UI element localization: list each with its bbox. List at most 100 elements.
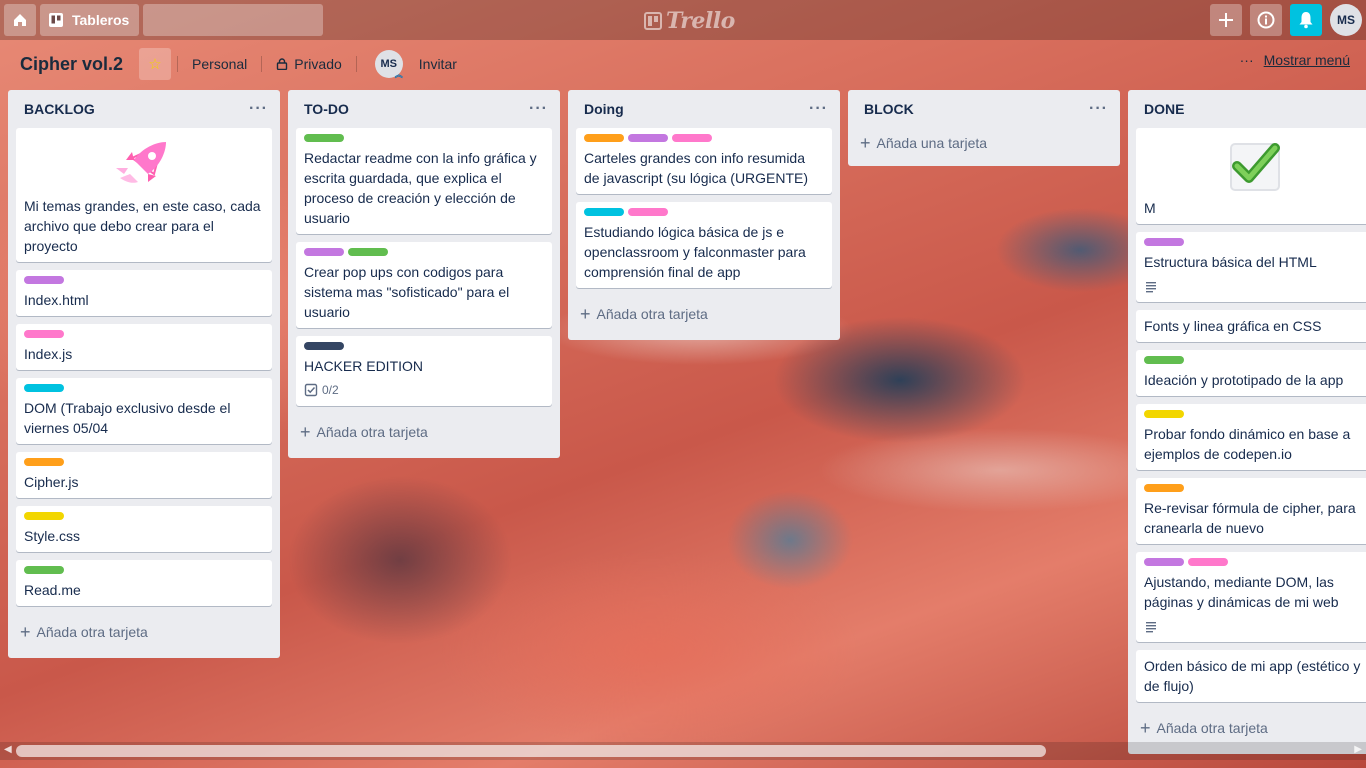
list-header[interactable]: Doing ··· xyxy=(576,90,832,128)
boards-button[interactable]: Tableros xyxy=(40,4,140,36)
checkmark-sticker-icon xyxy=(1144,134,1366,198)
scrollbar-thumb[interactable] xyxy=(16,745,1046,757)
invite-button[interactable]: Invitar xyxy=(411,48,465,80)
board-title[interactable]: Cipher vol.2 xyxy=(20,54,123,75)
label-purple[interactable] xyxy=(1144,558,1184,566)
list-menu-icon[interactable]: ··· xyxy=(529,100,548,118)
info-button[interactable] xyxy=(1250,4,1282,36)
plus-icon: + xyxy=(580,303,591,324)
add-card-button[interactable]: + Añada otra tarjeta xyxy=(1136,710,1366,746)
scroll-left-icon[interactable]: ◀ xyxy=(4,744,12,755)
label-orange[interactable] xyxy=(24,458,64,466)
checklist-icon xyxy=(304,383,318,397)
card-labels xyxy=(584,134,824,142)
label-green[interactable] xyxy=(304,134,344,142)
list-menu-icon[interactable]: ··· xyxy=(1089,100,1108,118)
card[interactable]: DOM (Trabajo exclusivo desde el viernes … xyxy=(16,378,272,444)
search-box[interactable] xyxy=(126,4,324,36)
team-button[interactable]: Personal xyxy=(184,48,255,80)
label-yellow[interactable] xyxy=(24,512,64,520)
member-avatar[interactable]: MS ︽ xyxy=(374,50,403,79)
description-icon xyxy=(1146,622,1156,633)
label-orange[interactable] xyxy=(584,134,624,142)
star-button[interactable]: ☆ xyxy=(139,48,172,80)
card[interactable]: Cipher.js xyxy=(16,452,272,498)
add-card-label: Añada otra tarjeta xyxy=(596,306,708,322)
list-done: DONE M Estructura básica del HTML Fonts … xyxy=(1128,90,1366,754)
horizontal-scrollbar[interactable]: ◀ ▶ xyxy=(0,742,1366,760)
card-title: Ajustando, mediante DOM, las páginas y d… xyxy=(1144,574,1339,610)
lock-icon xyxy=(277,58,288,70)
list-title[interactable]: TO-DO xyxy=(304,101,349,117)
search-input[interactable] xyxy=(126,12,316,28)
add-card-button[interactable]: + Añada una tarjeta xyxy=(856,128,1112,158)
label-orange[interactable] xyxy=(1144,484,1184,492)
card[interactable]: Index.js xyxy=(16,324,272,370)
list-menu-icon[interactable]: ··· xyxy=(249,100,268,118)
card-title: Mi temas grandes, en este caso, cada arc… xyxy=(24,198,261,254)
label-green[interactable] xyxy=(1144,356,1184,364)
card-title: DOM (Trabajo exclusivo desde el viernes … xyxy=(24,400,231,436)
card[interactable]: Ideación y prototipado de la app xyxy=(1136,350,1366,396)
label-green[interactable] xyxy=(24,566,64,574)
card[interactable]: Ajustando, mediante DOM, las páginas y d… xyxy=(1136,552,1366,642)
list-menu-icon[interactable]: ··· xyxy=(809,100,828,118)
label-pink[interactable] xyxy=(24,330,64,338)
card-labels xyxy=(24,276,264,284)
card[interactable]: Style.css xyxy=(16,506,272,552)
home-button[interactable] xyxy=(4,4,36,36)
card[interactable]: Estructura básica del HTML xyxy=(1136,232,1366,302)
label-pink[interactable] xyxy=(1188,558,1228,566)
card[interactable]: Re-revisar fórmula de cipher, para crane… xyxy=(1136,478,1366,544)
card[interactable]: Carteles grandes con info resumida de ja… xyxy=(576,128,832,194)
label-green[interactable] xyxy=(348,248,388,256)
list-title[interactable]: DONE xyxy=(1144,101,1184,117)
list-todo: TO-DO ··· Redactar readme con la info gr… xyxy=(288,90,560,458)
user-avatar[interactable]: MS xyxy=(1330,4,1362,36)
label-purple[interactable] xyxy=(304,248,344,256)
card[interactable]: Crear pop ups con codigos para sistema m… xyxy=(296,242,552,328)
card[interactable]: HACKER EDITION 0/2 xyxy=(296,336,552,406)
scroll-right-icon[interactable]: ▶ xyxy=(1354,744,1362,755)
label-black[interactable] xyxy=(304,342,344,350)
card[interactable]: Orden básico de mi app (estético y de fl… xyxy=(1136,650,1366,702)
list-title[interactable]: Doing xyxy=(584,101,624,117)
card-labels xyxy=(1144,410,1366,418)
notifications-button[interactable] xyxy=(1290,4,1322,36)
label-purple[interactable] xyxy=(24,276,64,284)
card[interactable]: Mi temas grandes, en este caso, cada arc… xyxy=(16,128,272,262)
label-purple[interactable] xyxy=(628,134,668,142)
card-labels xyxy=(304,248,544,256)
card-title: Redactar readme con la info gráfica y es… xyxy=(304,150,537,226)
description-icon xyxy=(1146,282,1156,293)
list-header[interactable]: DONE xyxy=(1136,90,1366,128)
label-pink[interactable] xyxy=(672,134,712,142)
card[interactable]: Read.me xyxy=(16,560,272,606)
add-card-button[interactable]: + Añada otra tarjeta xyxy=(296,414,552,450)
card[interactable]: Redactar readme con la info gráfica y es… xyxy=(296,128,552,234)
card[interactable]: Probar fondo dinámico en base a ejemplos… xyxy=(1136,404,1366,470)
label-sky[interactable] xyxy=(24,384,64,392)
trello-logo[interactable]: Trello xyxy=(644,8,735,34)
list-header[interactable]: BACKLOG ··· xyxy=(16,90,272,128)
visibility-button[interactable]: Privado xyxy=(268,48,349,80)
label-yellow[interactable] xyxy=(1144,410,1184,418)
list-title[interactable]: BLOCK xyxy=(864,101,914,117)
list-header[interactable]: BLOCK ··· xyxy=(856,90,1112,128)
label-sky[interactable] xyxy=(584,208,624,216)
list-title[interactable]: BACKLOG xyxy=(24,101,95,117)
list-header[interactable]: TO-DO ··· xyxy=(296,90,552,128)
card[interactable]: Estudiando lógica básica de js e opencla… xyxy=(576,202,832,288)
card-title: Ideación y prototipado de la app xyxy=(1144,372,1344,388)
menu-dots-icon: ··· xyxy=(1239,52,1254,68)
card[interactable]: Fonts y linea gráfica en CSS xyxy=(1136,310,1366,342)
add-card-button[interactable]: + Añada otra tarjeta xyxy=(576,296,832,332)
show-menu-button[interactable]: ··· Mostrar menú xyxy=(1240,52,1350,68)
card[interactable]: M xyxy=(1136,128,1366,224)
card[interactable]: Index.html xyxy=(16,270,272,316)
label-purple[interactable] xyxy=(1144,238,1184,246)
show-menu-label: Mostrar menú xyxy=(1263,52,1350,68)
label-pink[interactable] xyxy=(628,208,668,216)
add-card-button[interactable]: + Añada otra tarjeta xyxy=(16,614,272,650)
create-button[interactable] xyxy=(1210,4,1242,36)
